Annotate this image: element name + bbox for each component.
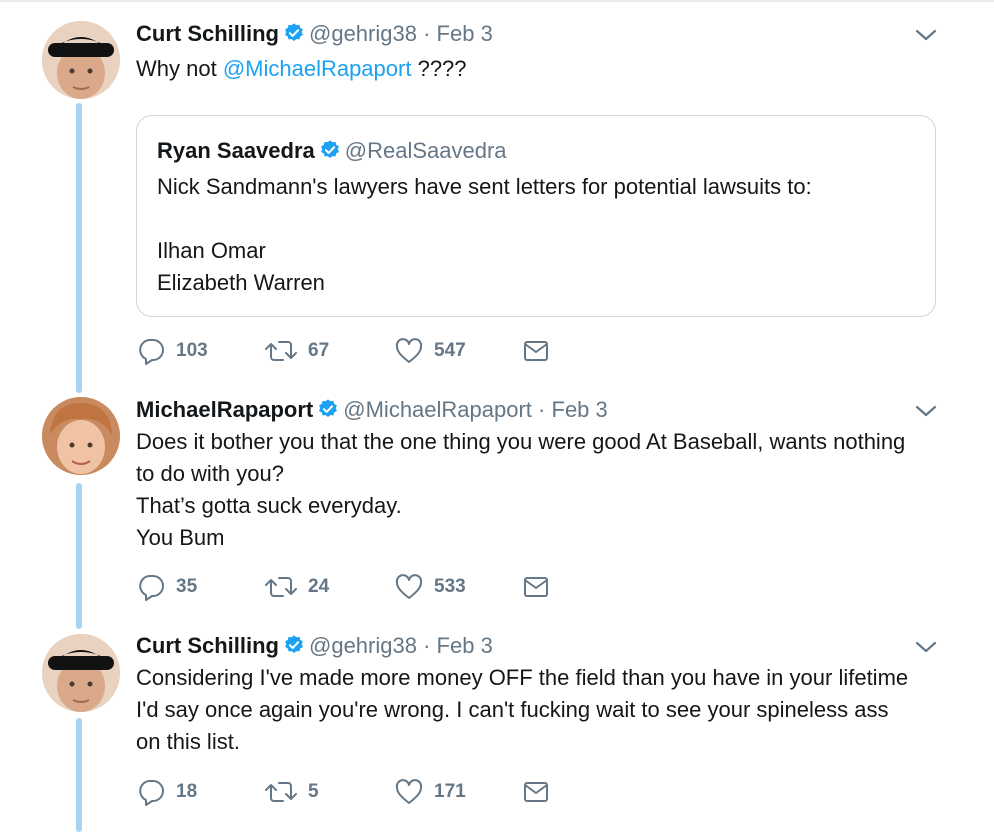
tweet-date[interactable]: Feb 3	[552, 397, 608, 422]
retweet-count: 24	[308, 576, 330, 597]
verified-badge-icon	[319, 399, 338, 417]
tweet-actions: 103 67 547	[136, 336, 586, 366]
dm-button[interactable]	[522, 777, 550, 807]
tweet-actions: 18 5 171	[136, 777, 586, 807]
like-button[interactable]: 533	[394, 572, 466, 602]
chevron-down-icon[interactable]	[912, 637, 940, 657]
heart-icon	[395, 779, 423, 804]
retweet-icon	[265, 341, 297, 361]
avatar[interactable]	[42, 21, 120, 99]
text-line: I'd say once again you're wrong. I can't…	[136, 697, 889, 722]
reply-button[interactable]: 103	[136, 336, 208, 366]
envelope-icon	[524, 341, 548, 361]
separator-dot: ·	[423, 633, 431, 658]
like-button[interactable]: 171	[394, 777, 466, 807]
tweet-text: Considering I've made more money OFF the…	[136, 662, 936, 758]
separator-dot: ·	[538, 397, 546, 422]
tweet-header: Curt Schilling @gehrig38 · Feb 3	[136, 633, 493, 659]
quoted-tweet[interactable]: Ryan Saavedra @RealSaavedra Nick Sandmann…	[136, 115, 936, 317]
chevron-down-icon[interactable]	[912, 25, 940, 45]
text-line: Ilhan Omar	[157, 238, 266, 263]
dm-button[interactable]	[522, 572, 550, 602]
mention-link[interactable]: @MichaelRapaport	[223, 56, 412, 81]
retweet-icon	[265, 577, 297, 597]
verified-badge-icon	[320, 140, 339, 158]
text-line: on this list.	[136, 729, 240, 754]
heart-icon	[395, 574, 423, 599]
author-name[interactable]: MichaelRapaport	[136, 397, 313, 422]
tweet[interactable]: Curt Schilling @gehrig38 · Feb 3 Consider…	[0, 616, 994, 832]
tweet-header: Curt Schilling @gehrig38 · Feb 3	[136, 21, 493, 47]
chevron-down-icon[interactable]	[912, 401, 940, 421]
retweet-button[interactable]: 24	[264, 572, 329, 602]
reply-count: 18	[176, 781, 198, 802]
like-count: 533	[434, 576, 466, 597]
text-segment: Why not	[136, 56, 223, 81]
retweet-icon	[265, 782, 297, 802]
like-count: 547	[434, 340, 466, 361]
heart-icon	[395, 338, 423, 363]
tweet-actions: 35 24 533	[136, 572, 586, 602]
verified-badge-icon	[285, 23, 303, 41]
text-line: Elizabeth Warren	[157, 270, 325, 295]
envelope-icon	[524, 782, 548, 802]
reply-icon	[139, 575, 164, 601]
reply-icon	[139, 339, 164, 365]
reply-button[interactable]: 35	[136, 572, 197, 602]
text-line: Nick Sandmann's lawyers have sent letter…	[157, 174, 812, 199]
text-line: Considering I've made more money OFF the…	[136, 665, 909, 690]
tweet-text: Why not @MichaelRapaport ????	[136, 53, 936, 85]
author-name[interactable]: Curt Schilling	[136, 21, 279, 46]
avatar[interactable]	[42, 397, 120, 475]
like-count: 171	[434, 781, 466, 802]
text-line: That’s gotta suck everyday.	[136, 493, 402, 518]
separator-dot: ·	[423, 21, 431, 46]
retweet-button[interactable]: 67	[264, 336, 329, 366]
retweet-button[interactable]: 5	[264, 777, 319, 807]
reply-count: 35	[176, 576, 198, 597]
reply-icon	[139, 780, 164, 806]
envelope-icon	[524, 577, 548, 597]
text-line: You Bum	[136, 525, 225, 550]
text-segment: ????	[411, 56, 467, 81]
quoted-tweet-text: Nick Sandmann's lawyers have sent letter…	[157, 171, 917, 299]
avatar[interactable]	[42, 634, 120, 712]
author-handle[interactable]: @gehrig38	[309, 21, 417, 46]
text-line: Does it bother you that the one thing yo…	[136, 429, 906, 454]
reply-button[interactable]: 18	[136, 777, 197, 807]
quoted-tweet-header: Ryan Saavedra @RealSaavedra	[157, 138, 507, 164]
tweet-text: Does it bother you that the one thing yo…	[136, 426, 936, 554]
author-handle[interactable]: @gehrig38	[309, 633, 417, 658]
quoted-author-name: Ryan Saavedra	[157, 138, 315, 163]
verified-badge-icon	[285, 635, 303, 653]
author-handle[interactable]: @MichaelRapaport	[343, 397, 532, 422]
retweet-count: 5	[308, 781, 319, 802]
text-line: to do with you?	[136, 461, 284, 486]
retweet-count: 67	[308, 340, 330, 361]
reply-count: 103	[176, 340, 208, 361]
tweet-date[interactable]: Feb 3	[437, 21, 493, 46]
quoted-author-handle: @RealSaavedra	[344, 138, 507, 163]
tweet[interactable]: MichaelRapaport @MichaelRapaport · Feb 3 …	[0, 380, 994, 616]
tweet[interactable]: Curt Schilling @gehrig38 · Feb 3 Why not …	[0, 0, 994, 380]
tweet-date[interactable]: Feb 3	[437, 633, 493, 658]
tweet-header: MichaelRapaport @MichaelRapaport · Feb 3	[136, 397, 608, 423]
like-button[interactable]: 547	[394, 336, 466, 366]
author-name[interactable]: Curt Schilling	[136, 633, 279, 658]
text-line	[157, 203, 917, 235]
dm-button[interactable]	[522, 336, 550, 366]
